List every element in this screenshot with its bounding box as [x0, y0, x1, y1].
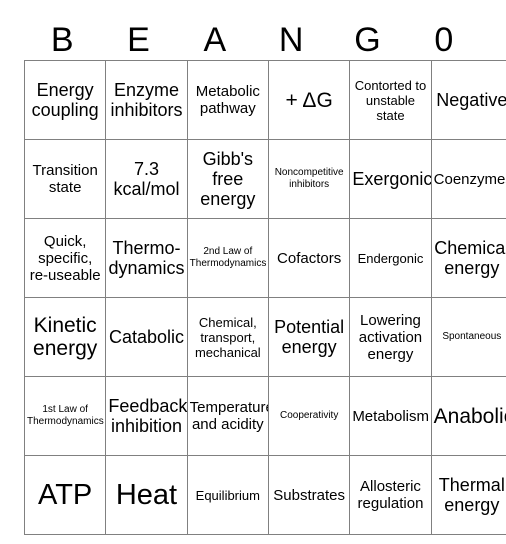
bingo-cell-label: Allosteric regulation	[357, 478, 424, 512]
bingo-cell-label: 1st Law of Thermodynamics	[27, 404, 104, 427]
bingo-cell-label: Contorted to unstable state	[354, 77, 427, 123]
bingo-cell[interactable]: Energy coupling	[23, 60, 107, 140]
bingo-cell-label: Equilibrium	[195, 487, 260, 503]
bingo-cell[interactable]: Thermo-dynamics	[105, 218, 188, 298]
bingo-cell-label: Transition state	[32, 162, 98, 196]
bingo-cell[interactable]: + ΔG	[267, 60, 351, 140]
bingo-cell-label: Spontaneous	[442, 331, 502, 342]
bingo-cell[interactable]: Feedback inhibition	[105, 376, 188, 456]
bingo-cell[interactable]: Transition state	[23, 139, 107, 219]
bingo-cell-label: Enzyme inhibitors	[110, 80, 183, 120]
bingo-cell[interactable]: Chemical, transport, mechanical	[186, 297, 269, 377]
bingo-cell[interactable]: Enzyme inhibitors	[105, 60, 188, 140]
bingo-cell-label: ATP	[38, 478, 93, 511]
bingo-cell[interactable]: Coenzymes	[430, 139, 506, 219]
bingo-cell[interactable]: Catabolic	[105, 297, 188, 377]
bingo-cell-label: Energy coupling	[31, 80, 99, 120]
bingo-row: Energy coupling Enzyme inhibitors Metabo…	[23, 60, 506, 140]
bingo-cell-label: Metabolic pathway	[195, 83, 260, 117]
bingo-cell-label: Thermal energy	[438, 475, 505, 515]
bingo-cell[interactable]: Quick, specific, re-useable	[23, 218, 107, 298]
bingo-cell-label: Quick, specific, re-useable	[29, 232, 101, 284]
bingo-cell-label: Temperature and acidity	[189, 399, 269, 433]
header-letter-4: G	[354, 21, 381, 59]
header-letter-0: B	[50, 21, 74, 59]
bingo-cell-label: Chemical energy	[434, 238, 506, 278]
bingo-cell[interactable]: Endergonic	[349, 218, 432, 298]
bingo-cell-label: Gibb's free energy	[200, 149, 256, 209]
bingo-cell[interactable]: Equilibrium	[186, 455, 269, 535]
bingo-cell[interactable]: Metabolic pathway	[186, 60, 269, 140]
bingo-cell[interactable]: Substrates	[267, 455, 351, 535]
bingo-cell[interactable]: Cooperativity	[267, 376, 351, 456]
bingo-cell-label: Chemical, transport, mechanical	[194, 314, 261, 360]
bingo-cell[interactable]: 1st Law of Thermodynamics	[23, 376, 107, 456]
bingo-cell-label: + ΔG	[285, 88, 333, 112]
bingo-cell-label: Kinetic energy	[33, 314, 98, 360]
bingo-cell[interactable]: Contorted to unstable state	[349, 60, 432, 140]
bingo-cell-label: Heat	[115, 478, 178, 511]
bingo-cell-label: Noncompetitive inhibitors	[274, 167, 344, 190]
bingo-grid: Energy coupling Enzyme inhibitors Metabo…	[23, 60, 506, 535]
bingo-cell[interactable]: Negative	[430, 60, 506, 140]
bingo-cell[interactable]: Noncompetitive inhibitors	[267, 139, 351, 219]
bingo-cell-label: Thermo-dynamics	[108, 238, 185, 278]
bingo-cell-label: Coenzymes	[433, 170, 506, 188]
bingo-cell[interactable]: Thermal energy	[430, 455, 506, 535]
bingo-cell-label: Cofactors	[277, 249, 342, 267]
bingo-cell[interactable]: Metabolism	[349, 376, 432, 456]
bingo-cell[interactable]: Gibb's free energy	[186, 139, 269, 219]
bingo-cell-label: Anabolic	[433, 404, 506, 428]
bingo-cell-label: Metabolism	[352, 407, 430, 425]
bingo-cell-label: Endergonic	[357, 250, 424, 266]
bingo-cell[interactable]: Anabolic	[430, 376, 506, 456]
bingo-cell[interactable]: Potential energy	[267, 297, 351, 377]
bingo-cell-label: Cooperativity	[279, 410, 339, 421]
header-letter-2: A	[203, 21, 227, 59]
bingo-cell[interactable]: ATP	[23, 455, 107, 535]
bingo-cell-label: Feedback inhibition	[108, 396, 188, 436]
header-letter-1: E	[127, 21, 150, 59]
bingo-cell-label: Negative	[436, 90, 506, 110]
bingo-row: Quick, specific, re-useable Thermo-dynam…	[23, 218, 506, 298]
bingo-cell-label: 7.3 kcal/mol	[113, 159, 180, 199]
bingo-cell[interactable]: 7.3 kcal/mol	[105, 139, 188, 219]
bingo-cell[interactable]: Exergonic	[349, 139, 432, 219]
bingo-cell[interactable]: 2nd Law of Thermodynamics	[186, 218, 269, 298]
header-letter-3: N	[278, 21, 304, 59]
bingo-cell[interactable]: Heat	[105, 455, 188, 535]
bingo-header-row: B E A N G 0	[24, 8, 482, 58]
bingo-card: B E A N G 0 Energy coupling Enzyme inhib…	[23, 8, 506, 535]
bingo-cell-label: 2nd Law of Thermodynamics	[189, 246, 267, 269]
bingo-cell-label: Catabolic	[108, 327, 185, 347]
bingo-row: Kinetic energy Catabolic Chemical, trans…	[23, 297, 506, 377]
bingo-cell-label: Exergonic	[352, 169, 432, 189]
bingo-cell[interactable]: Cofactors	[267, 218, 351, 298]
bingo-row: ATP Heat Equilibrium Substrates Alloster…	[23, 455, 506, 535]
bingo-cell[interactable]: Temperature and acidity	[186, 376, 269, 456]
header-letter-5: 0	[434, 21, 454, 59]
bingo-cell-label: Lowering activation energy	[358, 311, 423, 363]
bingo-row: Transition state 7.3 kcal/mol Gibb's fre…	[23, 139, 506, 219]
bingo-cell[interactable]: Spontaneous	[430, 297, 506, 377]
bingo-row: 1st Law of Thermodynamics Feedback inhib…	[23, 376, 506, 456]
bingo-cell[interactable]: Kinetic energy	[23, 297, 107, 377]
bingo-cell-label: Substrates	[273, 486, 345, 504]
bingo-cell[interactable]: Allosteric regulation	[349, 455, 432, 535]
bingo-cell[interactable]: Chemical energy	[430, 218, 506, 298]
bingo-cell[interactable]: Lowering activation energy	[349, 297, 432, 377]
bingo-cell-label: Potential energy	[274, 317, 345, 357]
